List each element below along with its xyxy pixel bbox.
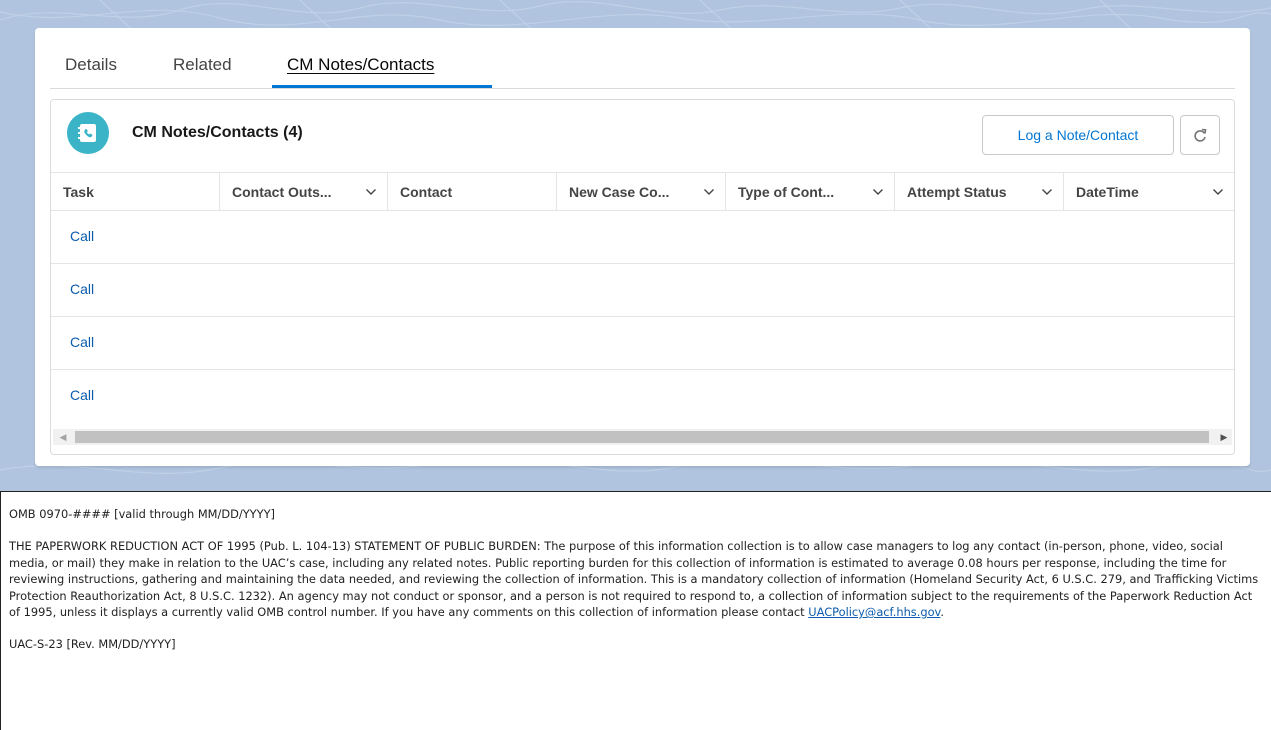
refresh-icon bbox=[1194, 128, 1207, 142]
table-row: Call bbox=[51, 211, 1234, 264]
column-label: New Case Co... bbox=[569, 184, 670, 200]
chevron-down-icon[interactable] bbox=[703, 186, 715, 198]
column-label: DateTime bbox=[1076, 184, 1139, 200]
table-row: Call bbox=[51, 317, 1234, 370]
task-link[interactable]: Call bbox=[70, 281, 94, 297]
table-row: Call bbox=[51, 264, 1234, 317]
column-header-attempt-status[interactable]: Attempt Status bbox=[895, 173, 1064, 211]
chevron-down-icon[interactable] bbox=[872, 186, 884, 198]
column-header-contact-outs[interactable]: Contact Outs... bbox=[220, 173, 388, 211]
tab-bar: Details Related CM Notes/Contacts bbox=[50, 28, 1235, 89]
scroll-left-icon[interactable]: ◀ bbox=[55, 429, 71, 445]
form-id: UAC-S-23 [Rev. MM/DD/YYYY] bbox=[9, 637, 176, 652]
email-link[interactable]: UACPolicy@acf.hhs.gov bbox=[808, 605, 940, 619]
table-row: Call bbox=[51, 370, 1234, 423]
omb-number: OMB 0970-#### [valid through MM/DD/YYYY] bbox=[9, 507, 275, 521]
column-header-contact[interactable]: Contact bbox=[388, 173, 557, 211]
column-header-new-case-co[interactable]: New Case Co... bbox=[557, 173, 726, 211]
task-link[interactable]: Call bbox=[70, 334, 94, 350]
record-card: Details Related CM Notes/Contacts CM Not… bbox=[35, 28, 1250, 466]
statement-text: THE PAPERWORK REDUCTION ACT OF 1995 (Pub… bbox=[9, 539, 1259, 620]
tab-details[interactable]: Details bbox=[50, 55, 132, 89]
refresh-button[interactable] bbox=[1180, 115, 1220, 155]
paperwork-footer: OMB 0970-#### [valid through MM/DD/YYYY]… bbox=[0, 491, 1271, 730]
column-label: Type of Cont... bbox=[738, 184, 835, 200]
column-label: Contact bbox=[400, 184, 453, 200]
column-header-type-of-cont[interactable]: Type of Cont... bbox=[726, 173, 895, 211]
column-label: Task bbox=[63, 184, 94, 200]
related-list-title[interactable]: CM Notes/Contacts (4) bbox=[132, 124, 303, 142]
related-list-card: CM Notes/Contacts (4) Log a Note/Contact… bbox=[50, 99, 1235, 455]
horizontal-scrollbar[interactable]: ◀ ▶ bbox=[53, 429, 1232, 445]
chevron-down-icon[interactable] bbox=[365, 186, 377, 198]
column-header-task[interactable]: Task bbox=[51, 173, 220, 211]
column-label: Attempt Status bbox=[907, 184, 1007, 200]
phone-contact-icon bbox=[67, 112, 109, 154]
chevron-down-icon[interactable] bbox=[1212, 186, 1224, 198]
paperwork-statement: THE PAPERWORK REDUCTION ACT OF 1995 (Pub… bbox=[9, 538, 1263, 620]
log-note-contact-button[interactable]: Log a Note/Contact bbox=[982, 115, 1174, 155]
task-link[interactable]: Call bbox=[70, 387, 94, 403]
tab-cm-notes-contacts-label: CM Notes/Contacts bbox=[287, 55, 435, 74]
tab-related[interactable]: Related bbox=[158, 55, 247, 89]
column-header-datetime[interactable]: DateTime bbox=[1064, 173, 1234, 211]
scroll-right-icon[interactable]: ▶ bbox=[1216, 429, 1232, 445]
table-header: Task Contact Outs... Contact New Case Co… bbox=[51, 172, 1234, 211]
scrollbar-thumb[interactable] bbox=[75, 431, 1209, 443]
task-link[interactable]: Call bbox=[70, 228, 94, 244]
related-list-header: CM Notes/Contacts (4) Log a Note/Contact bbox=[51, 100, 1234, 170]
column-label: Contact Outs... bbox=[232, 184, 332, 200]
active-tab-indicator bbox=[272, 85, 492, 88]
tab-cm-notes-contacts[interactable]: CM Notes/Contacts bbox=[272, 55, 449, 89]
statement-end: . bbox=[940, 605, 945, 620]
chevron-down-icon[interactable] bbox=[1041, 186, 1053, 198]
